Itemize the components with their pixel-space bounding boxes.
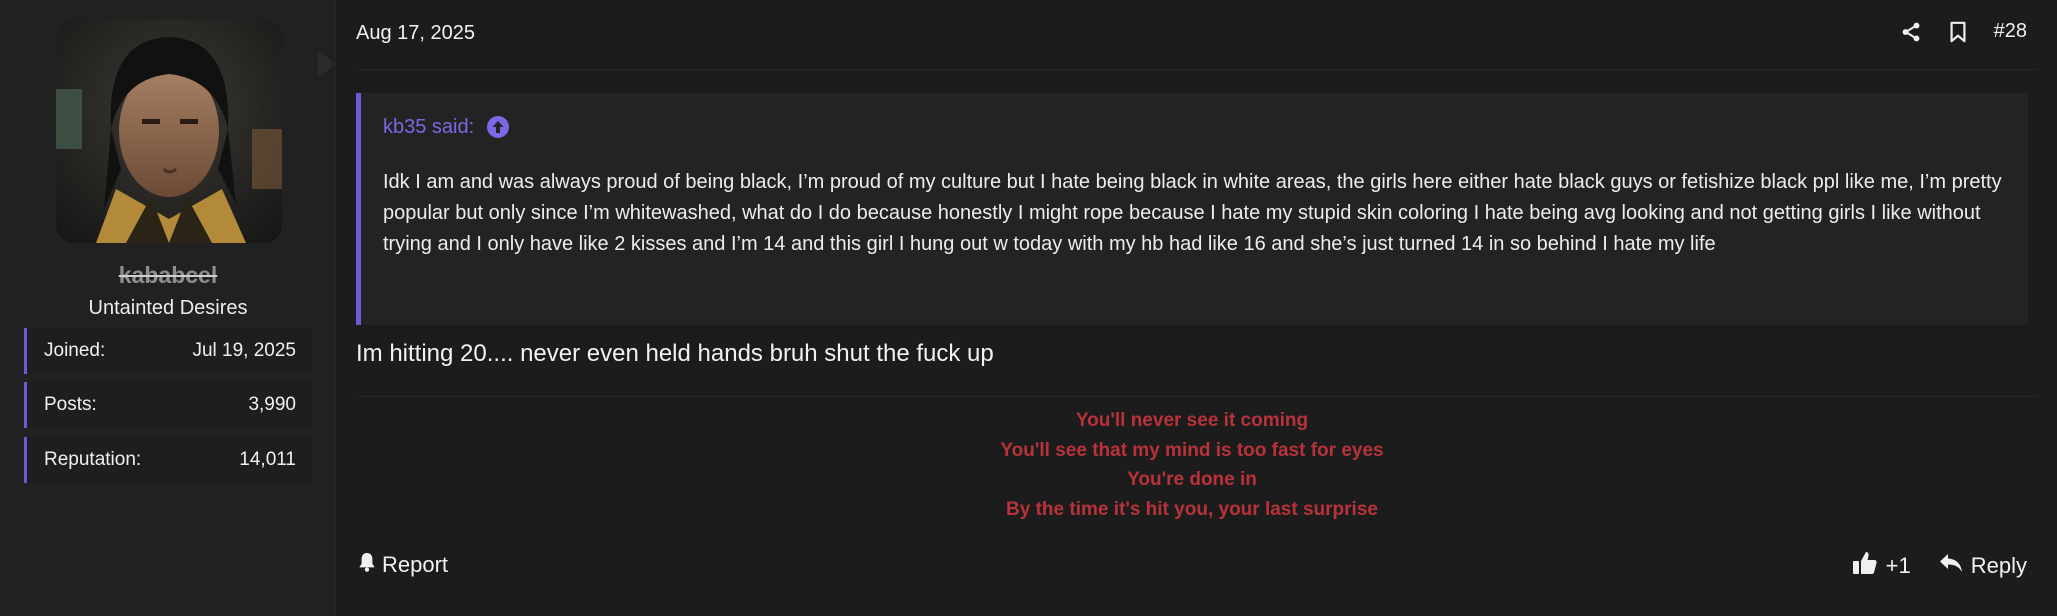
stat-reputation: Reputation: 14,011 (24, 437, 312, 483)
post-main: Aug 17, 2025 #28 kb35 said: Idk I am and… (336, 0, 2057, 616)
stat-posts: Posts: 3,990 (24, 382, 312, 428)
reaction-button[interactable]: +1 (1852, 550, 1911, 582)
reply-label: Reply (1970, 553, 2027, 578)
user-title: Untainted Desires (88, 297, 248, 319)
avatar[interactable] (56, 19, 282, 243)
username[interactable]: kababcel (0, 262, 336, 289)
reaction-count: +1 (1885, 553, 1911, 578)
signature-line: You're done in (1127, 469, 1257, 490)
header-divider (356, 69, 2037, 70)
stat-value: 3,990 (248, 394, 296, 415)
post-header-actions: #28 (1900, 20, 2027, 43)
bookmark-icon[interactable] (1948, 21, 1968, 43)
reply-arrow-icon (1939, 552, 1963, 580)
post-number-link[interactable]: #28 (1994, 20, 2027, 43)
avatar-pointer (318, 50, 336, 78)
bell-icon (358, 552, 376, 578)
reply-button[interactable]: Reply (1939, 552, 2027, 580)
quote-text: Idk I am and was always proud of being b… (383, 171, 2002, 255)
quote-author-link[interactable]: kb35 said: (383, 116, 474, 139)
post-container: kababcel Untainted Desires Joined: Jul 1… (0, 0, 2057, 616)
thumbs-up-icon (1852, 550, 1878, 582)
signature-divider (356, 396, 2037, 397)
stat-label: Reputation: (44, 449, 142, 470)
signature-line: You'll see that my mind is too fast for … (1000, 439, 1384, 461)
post-footer-actions: +1 Reply (1852, 550, 2027, 582)
quote-header: kb35 said: (383, 115, 2006, 139)
user-sidebar: kababcel Untainted Desires Joined: Jul 1… (0, 0, 336, 616)
stat-joined: Joined: Jul 19, 2025 (24, 328, 312, 374)
share-icon[interactable] (1900, 21, 1922, 43)
quote-block: kb35 said: Idk I am and was always proud… (356, 93, 2028, 325)
stat-label: Joined: (44, 340, 106, 361)
report-label: Report (382, 552, 449, 577)
post-message: Im hitting 20.... never even held hands … (356, 340, 994, 367)
report-button[interactable]: Report (358, 552, 448, 578)
signature-line: You'll never see it coming (1075, 410, 1309, 431)
stat-value: 14,011 (239, 449, 296, 470)
avatar-image (56, 19, 282, 243)
arrow-up-circle-icon[interactable] (486, 115, 510, 139)
post-date[interactable]: Aug 17, 2025 (356, 22, 475, 45)
signature-line: By the time it's hit you, your last surp… (1006, 498, 1378, 520)
stat-label: Posts: (44, 394, 97, 415)
stat-value: Jul 19, 2025 (192, 340, 296, 361)
signature: You'll never see it coming You'll see th… (356, 406, 2028, 524)
